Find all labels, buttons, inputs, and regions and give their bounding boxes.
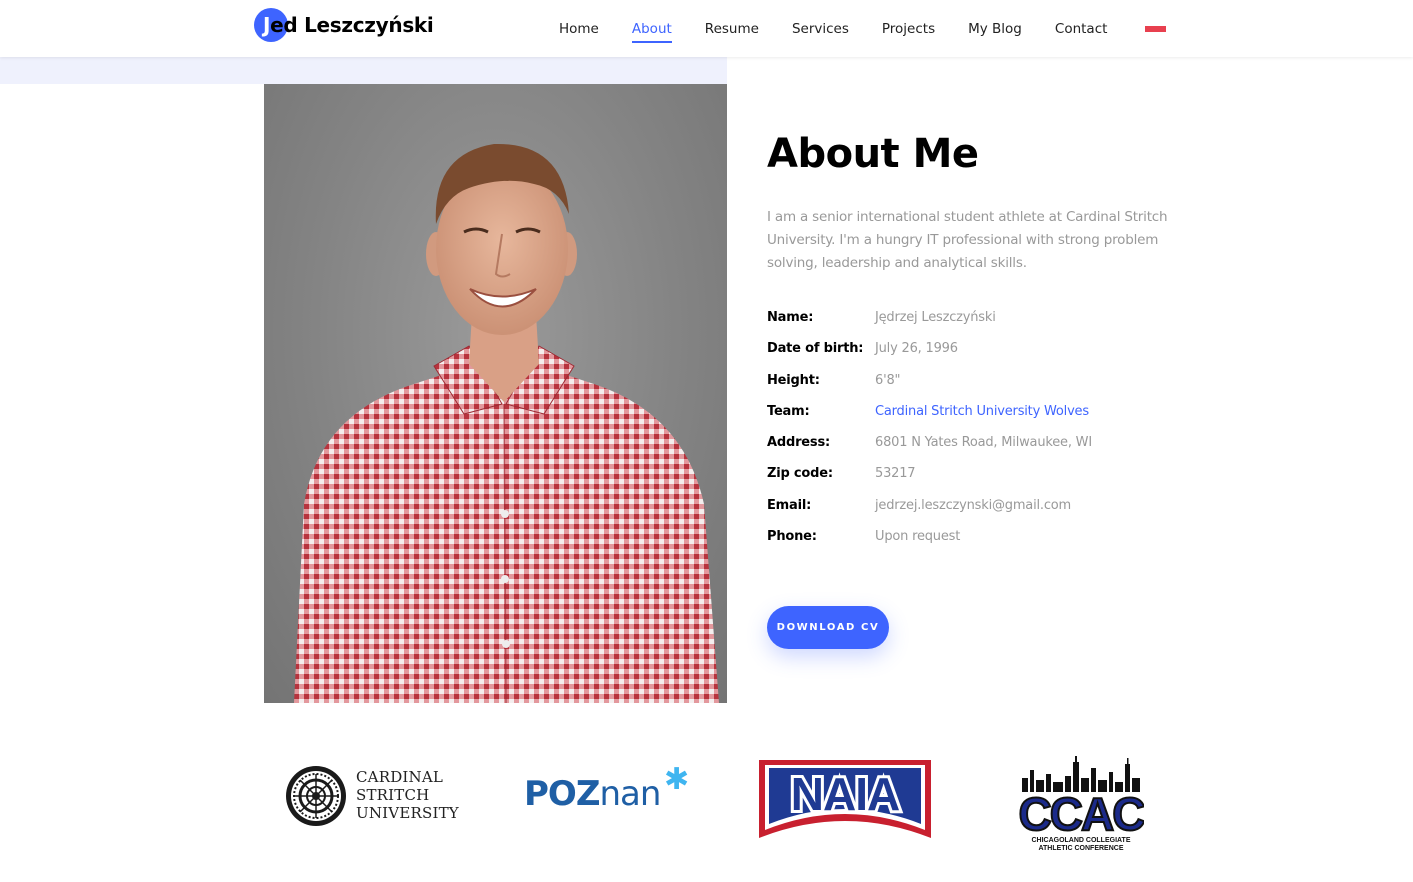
download-cv-button[interactable]: Download CV <box>767 606 889 649</box>
detail-row-email: Email: jedrzej.leszczynski@gmail.com <box>767 498 1187 529</box>
nav-projects[interactable]: Projects <box>882 21 935 37</box>
detail-label: Address: <box>767 435 830 451</box>
about-title: About Me <box>767 131 979 177</box>
detail-row-birth: Date of birth: July 26, 1996 <box>767 341 1187 372</box>
hero-background-strip <box>0 57 727 84</box>
nav-resume[interactable]: Resume <box>705 21 759 37</box>
detail-label: Email: <box>767 497 812 513</box>
poznan-logo: POZnan ✱ <box>524 762 694 816</box>
detail-value: 6'8" <box>875 372 901 388</box>
brand-name: Jed Leszczyński <box>263 13 434 37</box>
detail-row-phone: Phone: Upon request <box>767 529 1187 560</box>
ccac-wordmark: CCAC <box>1019 788 1144 840</box>
profile-photo <box>264 84 727 703</box>
detail-label: Name: <box>767 310 814 325</box>
nav-about[interactable]: About <box>631 21 672 43</box>
detail-value: July 26, 1996 <box>875 341 958 357</box>
detail-row-zip: Zip code: 53217 <box>767 466 1187 497</box>
team-link[interactable]: Cardinal Stritch University Wolves <box>875 404 1089 419</box>
nav-home[interactable]: Home <box>559 21 599 37</box>
personal-details: Name: Jędrzej Leszczyński Date of birth:… <box>767 310 1187 560</box>
detail-label: Height: <box>767 372 820 388</box>
naia-logo: NAIA <box>757 758 933 840</box>
ccac-logo: CCAC CHICAGOLAND COLLEGIATE ATHLETIC CON… <box>1018 756 1147 852</box>
detail-label: Phone: <box>767 529 817 545</box>
detail-value: 6801 N Yates Road, Milwaukee, WI <box>875 435 1092 451</box>
nav-my-blog[interactable]: My Blog <box>968 21 1022 37</box>
detail-value: Upon request <box>875 529 961 545</box>
nav-services[interactable]: Services <box>792 21 849 37</box>
cardinal-stritch-wordmark: CARDINAL STRITCH UNIVERSITY <box>356 768 459 822</box>
about-intro: I am a senior international student athl… <box>767 209 1168 271</box>
detail-value: jedrzej.leszczynski@gmail.com <box>875 497 1071 513</box>
asterisk-icon: ✱ <box>664 762 690 797</box>
university-seal-icon <box>286 766 346 826</box>
poland-flag-icon[interactable] <box>1145 19 1166 32</box>
about-section: About Me I am a senior international stu… <box>767 128 1187 560</box>
detail-label: Team: <box>767 403 810 419</box>
detail-row-name: Name: Jędrzej Leszczyński <box>767 310 1187 341</box>
detail-row-team: Team: Cardinal Stritch University Wolves <box>767 404 1187 435</box>
main-nav: Home About Resume Services Projects My B… <box>559 0 1140 57</box>
cardinal-stritch-logo: CARDINAL STRITCH UNIVERSITY <box>285 765 460 829</box>
detail-row-height: Height: 6'8" <box>767 373 1187 404</box>
brand-logo[interactable]: Jed Leszczyński <box>254 8 434 42</box>
ccac-subtitle-2: ATHLETIC CONFERENCE <box>1038 845 1123 852</box>
navbar: Jed Leszczyński Home About Resume Servic… <box>0 0 1413 57</box>
nav-contact[interactable]: Contact <box>1055 21 1108 37</box>
poznan-wordmark: POZnan <box>524 774 661 814</box>
detail-label: Zip code: <box>767 466 833 482</box>
detail-value: Jędrzej Leszczyński <box>875 310 996 325</box>
detail-value: 53217 <box>875 466 916 482</box>
detail-label: Date of birth: <box>767 341 864 357</box>
ccac-subtitle-1: CHICAGOLAND COLLEGIATE <box>1031 837 1130 844</box>
detail-row-address: Address: 6801 N Yates Road, Milwaukee, W… <box>767 435 1187 466</box>
naia-wordmark: NAIA <box>791 768 899 820</box>
